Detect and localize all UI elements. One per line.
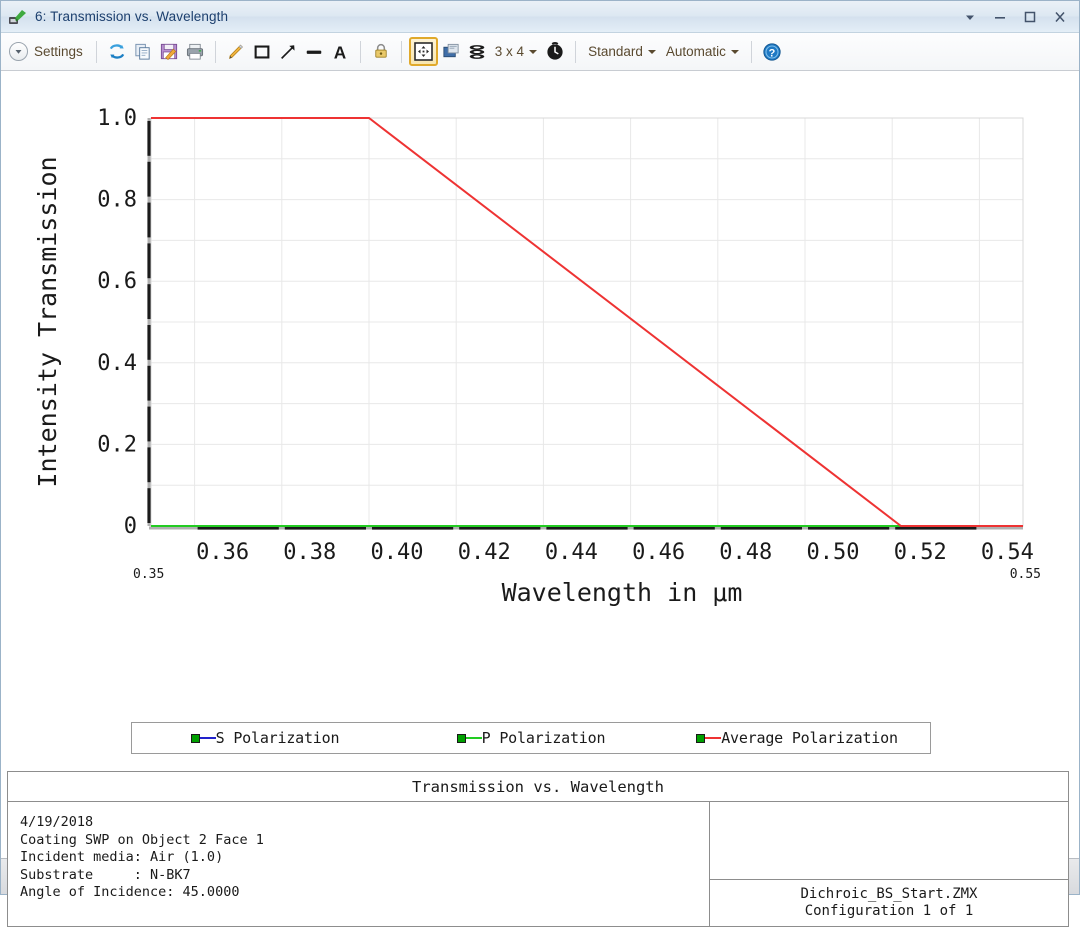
- legend-item-p-polarization[interactable]: P Polarization: [398, 729, 664, 747]
- plot-area[interactable]: 0 0.2 0.4 0.6 0.8 1.0 0.36 0.38 0.40 0.42 0.44 0.46…: [1, 71, 1079, 671]
- lock-icon[interactable]: [368, 39, 394, 65]
- x-tick-label: 0.48: [719, 540, 772, 565]
- x-tick-label: 0.52: [894, 540, 947, 565]
- footer-info-line: Angle of Incidence: 45.0000: [20, 884, 709, 902]
- footer-body: 4/19/2018 Coating SWP on Object 2 Face 1…: [8, 802, 1068, 926]
- grid-size-label: 3 x 4: [495, 44, 524, 59]
- chart-legend: S Polarization P Polarization Average Po…: [131, 722, 931, 754]
- x-tick-label: 0.40: [371, 540, 424, 565]
- help-icon[interactable]: ?: [759, 39, 785, 65]
- footer-info-line: Coating SWP on Object 2 Face 1: [20, 832, 709, 850]
- legend-label: P Polarization: [482, 729, 606, 747]
- chevron-down-icon: [731, 50, 739, 54]
- style-dropdown[interactable]: Standard: [583, 37, 661, 67]
- y-tick-label: 0.2: [97, 432, 137, 457]
- rectangle-icon[interactable]: [249, 39, 275, 65]
- y-tick-label: 0: [124, 514, 137, 539]
- window-title: 6: Transmission vs. Wavelength: [35, 9, 228, 24]
- legend-item-average-polarization[interactable]: Average Polarization: [664, 729, 930, 747]
- print-icon[interactable]: [182, 39, 208, 65]
- legend-marker-icon: [696, 734, 705, 743]
- footer-info-line: 4/19/2018: [20, 814, 709, 832]
- legend-marker-icon: [457, 734, 466, 743]
- text-icon[interactable]: A: [327, 39, 353, 65]
- footer-file-info: Dichroic_BS_Start.ZMX Configuration 1 of…: [710, 880, 1068, 926]
- x-range-max-label: 0.55: [1010, 567, 1041, 582]
- legend-line-icon: [200, 737, 216, 739]
- analysis-content: 0 0.2 0.4 0.6 0.8 1.0 0.36 0.38 0.40 0.42 0.44 0.46…: [1, 71, 1079, 858]
- toolbar-separator: [401, 41, 402, 63]
- line-icon[interactable]: [301, 39, 327, 65]
- y-axis-title: Intensity Transmission: [33, 156, 62, 487]
- windows-icon[interactable]: [438, 39, 464, 65]
- svg-text:A: A: [334, 42, 347, 62]
- legend-marker-icon: [191, 734, 200, 743]
- x-tick-label: 0.46: [632, 540, 685, 565]
- legend-line-icon: [705, 737, 721, 739]
- chevron-down-icon: [9, 42, 28, 61]
- toolbar-separator: [360, 41, 361, 63]
- pencil-icon[interactable]: [223, 39, 249, 65]
- chevron-down-icon: [529, 50, 537, 54]
- toolbar-separator: [751, 41, 752, 63]
- x-tick-label: 0.50: [807, 540, 860, 565]
- layers-icon[interactable]: [464, 39, 490, 65]
- footer-configuration: Configuration 1 of 1: [805, 903, 974, 920]
- close-icon[interactable]: [1045, 4, 1075, 30]
- transmission-chart[interactable]: 0 0.2 0.4 0.6 0.8 1.0 0.36 0.38 0.40 0.42 0.44 0.46…: [1, 71, 1080, 691]
- title-bar: 6: Transmission vs. Wavelength: [1, 1, 1079, 33]
- x-axis-title: Wavelength in μm: [502, 578, 743, 607]
- dropdown-arrow-icon[interactable]: [955, 4, 985, 30]
- x-tick-label: 0.38: [283, 540, 336, 565]
- style-label: Standard: [588, 44, 643, 59]
- chevron-down-icon: [648, 50, 656, 54]
- footer-info-line: Substrate : N-BK7: [20, 867, 709, 885]
- window-controls: [955, 4, 1075, 30]
- footer-blank-cell: [710, 802, 1068, 880]
- grid-size-dropdown[interactable]: 3 x 4: [490, 37, 542, 67]
- legend-label: Average Polarization: [721, 729, 898, 747]
- legend-item-s-polarization[interactable]: S Polarization: [132, 729, 398, 747]
- y-tick-label: 0.6: [97, 269, 137, 294]
- legend-line-icon: [466, 737, 482, 739]
- x-tick-label: 0.42: [458, 540, 511, 565]
- x-tick-label: 0.54: [981, 540, 1034, 565]
- toolbar-separator: [96, 41, 97, 63]
- x-tick-label: 0.44: [545, 540, 598, 565]
- scale-label: Automatic: [666, 44, 726, 59]
- analysis-window-icon: [8, 8, 28, 26]
- arrow-icon[interactable]: [275, 39, 301, 65]
- legend-label: S Polarization: [216, 729, 340, 747]
- toolbar-separator: [575, 41, 576, 63]
- svg-text:?: ?: [769, 47, 776, 59]
- toolbar-separator: [215, 41, 216, 63]
- settings-button[interactable]: Settings: [7, 37, 89, 67]
- scale-dropdown[interactable]: Automatic: [661, 37, 744, 67]
- save-icon[interactable]: [156, 39, 182, 65]
- footer-title: Transmission vs. Wavelength: [8, 772, 1068, 802]
- footer-info-line: Incident media: Air (1.0): [20, 849, 709, 867]
- footer-info-box: Transmission vs. Wavelength 4/19/2018 Co…: [7, 771, 1069, 927]
- x-tick-label: 0.36: [196, 540, 249, 565]
- clock-icon[interactable]: [542, 39, 568, 65]
- x-range-min-label: 0.35: [133, 567, 164, 582]
- toolbar: Settings: [1, 33, 1079, 71]
- y-tick-label: 0.4: [97, 351, 137, 376]
- footer-file-panel: Dichroic_BS_Start.ZMX Configuration 1 of…: [710, 802, 1068, 926]
- settings-label: Settings: [34, 44, 83, 59]
- maximize-icon[interactable]: [1015, 4, 1045, 30]
- minimize-icon[interactable]: [985, 4, 1015, 30]
- y-tick-label: 1.0: [97, 106, 137, 131]
- analysis-window: 6: Transmission vs. Wavelength Settings: [0, 0, 1080, 895]
- footer-info-lines: 4/19/2018 Coating SWP on Object 2 Face 1…: [8, 802, 710, 926]
- fit-window-icon[interactable]: [409, 37, 438, 66]
- copy-icon[interactable]: [130, 39, 156, 65]
- y-tick-label: 0.8: [97, 188, 137, 213]
- refresh-icon[interactable]: [104, 39, 130, 65]
